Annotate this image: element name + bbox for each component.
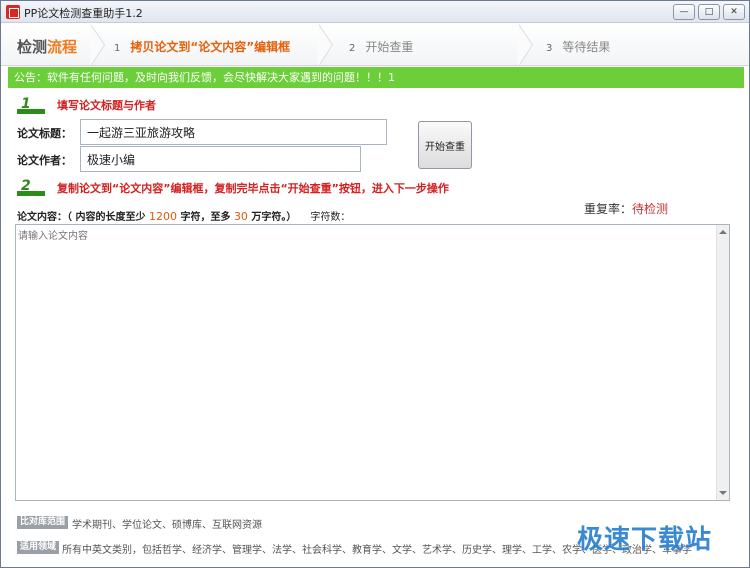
process-step-bar: 检测流程 1 拷贝论文到“论文内容”编辑框 2 开始查重 3 等待结果 (1, 24, 749, 66)
title-input[interactable] (80, 119, 387, 145)
app-window: PP论文检测查重助手1.2 — □ ✕ 检测流程 1 拷贝论文到“论文内容”编辑框… (0, 0, 750, 568)
section-1-heading: 填写论文标题与作者 (57, 99, 156, 112)
duplicate-rate: 重复率：待检测 (584, 202, 669, 216)
content-textarea[interactable] (16, 225, 716, 500)
content-editor (15, 224, 730, 501)
duplicate-rate-value: 待检测 (632, 202, 669, 216)
announcement-bar: 公告：软件有任何问题，及时向我们反馈，会尽快解决大家遇到的问题！！！1 (8, 67, 744, 88)
scroll-down-icon[interactable] (719, 491, 727, 495)
author-label: 论文作者： (17, 154, 72, 167)
minimize-button[interactable]: — (673, 4, 695, 20)
compare-scope-tag: 比对库范围 (17, 516, 69, 529)
start-check-button[interactable]: 开始查重 (418, 121, 472, 169)
title-bar[interactable]: PP论文检测查重助手1.2 — □ ✕ (1, 1, 749, 23)
step-number-badge: 1 (17, 96, 45, 114)
content-scrollbar[interactable] (716, 225, 729, 500)
step-separator-icon (318, 24, 337, 66)
step-separator-icon (518, 24, 537, 66)
step-separator-icon (90, 24, 109, 66)
content-length-hint: 论文内容：（ 内容的长度至少 1200 字符，至多 30 万字符。） 字符数： (17, 210, 351, 223)
step-3: 3 等待结果 (546, 40, 611, 54)
compare-scope-text: 学术期刊、学位论文、硕博库、互联网资源 (72, 520, 262, 531)
window-title: PP论文检测查重助手1.2 (24, 7, 143, 20)
app-logo-icon (6, 5, 20, 19)
close-button[interactable]: ✕ (723, 4, 745, 20)
applicable-field-tag: 适用领域 (17, 541, 60, 554)
char-count-label: 字符数： (310, 212, 351, 223)
step-1: 1 拷贝论文到“论文内容”编辑框 (114, 40, 291, 54)
scroll-up-icon[interactable] (719, 230, 727, 234)
watermark: 极速下载站 (577, 525, 713, 555)
step-2: 2 开始查重 (349, 40, 414, 54)
process-title: 检测流程 (17, 38, 78, 56)
step-number-badge: 2 (17, 178, 45, 196)
maximize-button[interactable]: □ (698, 4, 720, 20)
author-input[interactable] (80, 146, 361, 172)
section-2-heading: 复制论文到“论文内容”编辑框，复制完毕点击“开始查重”按钮，进入下一步操作 (57, 182, 449, 195)
title-label: 论文标题： (17, 127, 72, 140)
